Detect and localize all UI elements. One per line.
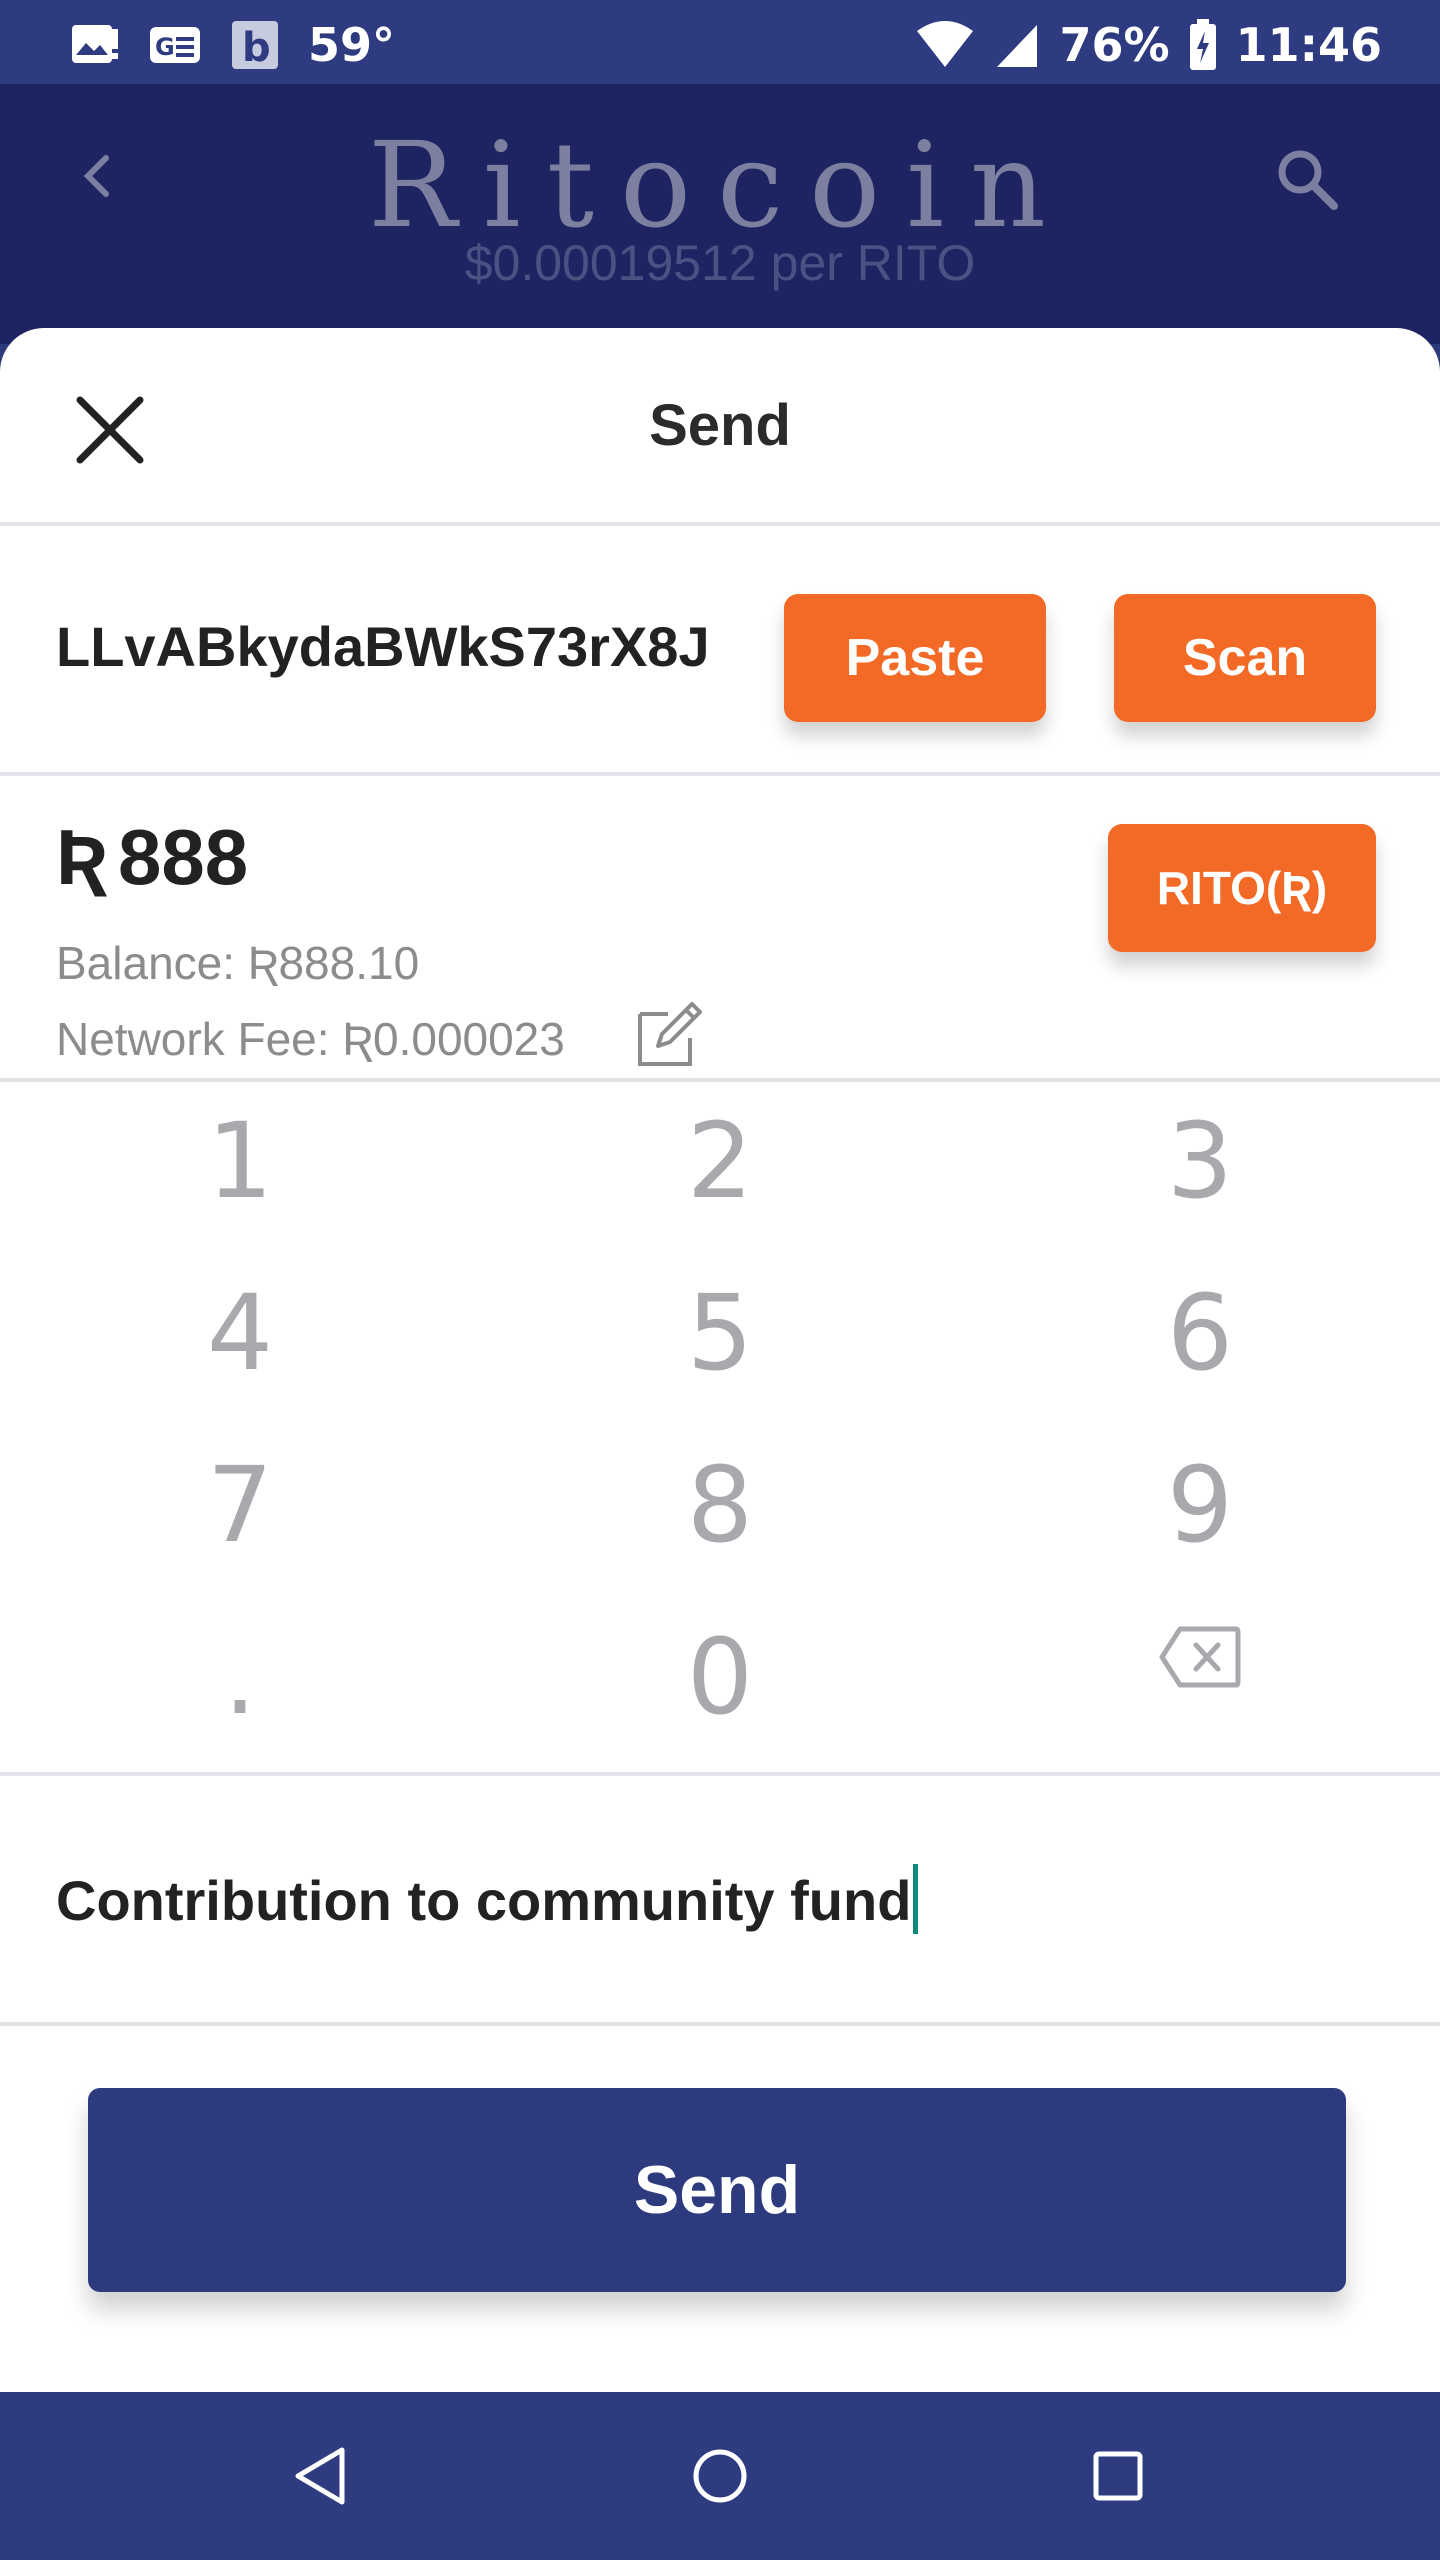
nav-back-icon[interactable] bbox=[282, 2436, 362, 2516]
amount-row: Ʀ 888 Balance: Ʀ888.10 Network Fee: Ʀ0.00… bbox=[0, 776, 1440, 1082]
numeric-keypad: 1 2 3 4 5 6 7 8 9 . 0 bbox=[0, 1082, 1440, 1776]
price-per-coin: $0.00019512 per RITO bbox=[464, 235, 976, 291]
send-sheet: Send LLvABkydaBWkS73rX8J Paste Scan Ʀ 888… bbox=[0, 328, 1440, 2392]
amount-display: Ʀ 888 bbox=[56, 812, 248, 903]
sheet-header: Send bbox=[0, 328, 1440, 526]
image-notification-icon bbox=[72, 25, 118, 63]
balance-text: Balance: Ʀ888.10 bbox=[56, 937, 420, 989]
sheet-title: Send bbox=[649, 393, 791, 458]
battery-percent-text: 76% bbox=[1059, 18, 1170, 72]
app-title: Ritocoin bbox=[368, 116, 1072, 254]
nav-home-icon[interactable] bbox=[680, 2436, 760, 2516]
clock-text: 11:46 bbox=[1235, 18, 1382, 72]
send-button[interactable]: Send bbox=[88, 2088, 1346, 2292]
news-notification-icon: G bbox=[150, 27, 200, 63]
backspace-key[interactable] bbox=[1050, 1582, 1350, 1732]
key-decimal[interactable]: . bbox=[90, 1602, 390, 1752]
currency-symbol: Ʀ bbox=[56, 813, 109, 901]
backspace-icon bbox=[1159, 1626, 1241, 1688]
cell-signal-icon bbox=[997, 25, 1038, 67]
search-icon[interactable] bbox=[1272, 144, 1342, 214]
key-1[interactable]: 1 bbox=[90, 1086, 390, 1236]
svg-text:G: G bbox=[155, 33, 175, 61]
key-4[interactable]: 4 bbox=[90, 1258, 390, 1408]
key-9[interactable]: 9 bbox=[1050, 1430, 1350, 1580]
key-5[interactable]: 5 bbox=[570, 1258, 870, 1408]
nav-recents-icon[interactable] bbox=[1078, 2436, 1158, 2516]
svg-text:b: b bbox=[242, 25, 271, 69]
currency-toggle-button[interactable]: RITO(Ʀ) bbox=[1108, 824, 1376, 952]
edit-fee-icon[interactable] bbox=[632, 998, 704, 1070]
recipient-address-field[interactable]: LLvABkydaBWkS73rX8J bbox=[56, 614, 710, 679]
memo-row: Contribution to community fund bbox=[0, 1776, 1440, 2026]
wifi-icon bbox=[917, 21, 974, 67]
temperature-text: 59° bbox=[308, 18, 396, 72]
key-0[interactable]: 0 bbox=[570, 1602, 870, 1752]
key-6[interactable]: 6 bbox=[1050, 1258, 1350, 1408]
b-app-notification-icon: b bbox=[232, 21, 278, 69]
app-header: Ritocoin $0.00019512 per RITO bbox=[0, 84, 1440, 344]
key-7[interactable]: 7 bbox=[90, 1430, 390, 1580]
memo-input[interactable]: Contribution to community fund bbox=[56, 1864, 919, 1940]
key-2[interactable]: 2 bbox=[570, 1086, 870, 1236]
address-row: LLvABkydaBWkS73rX8J Paste Scan bbox=[0, 526, 1440, 776]
memo-value: Contribution to community fund bbox=[56, 1869, 912, 1932]
scan-button[interactable]: Scan bbox=[1114, 594, 1376, 722]
paste-button[interactable]: Paste bbox=[784, 594, 1046, 722]
network-fee-text: Network Fee: Ʀ0.000023 bbox=[56, 1013, 565, 1065]
key-3[interactable]: 3 bbox=[1050, 1086, 1350, 1236]
key-8[interactable]: 8 bbox=[570, 1430, 870, 1580]
amount-value: 888 bbox=[118, 813, 249, 901]
status-bar: G b 59° 76% 11:46 bbox=[0, 0, 1440, 84]
system-nav-bar bbox=[0, 2392, 1440, 2560]
text-caret bbox=[913, 1864, 919, 1935]
battery-charging-icon bbox=[1189, 19, 1216, 70]
